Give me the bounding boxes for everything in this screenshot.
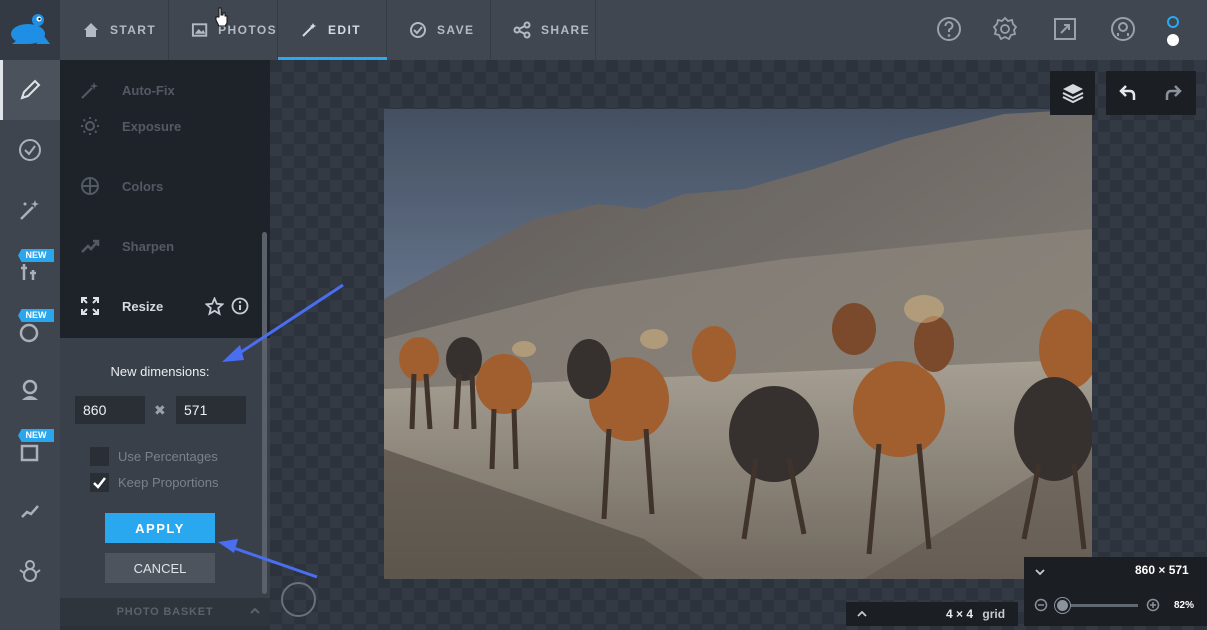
frog-logo-icon[interactable] <box>0 0 60 60</box>
horses-photo <box>384 109 1092 579</box>
height-input[interactable] <box>176 396 246 424</box>
help-icon[interactable] <box>935 15 963 43</box>
tab-start-label: START <box>110 23 157 37</box>
tool-auto-fix[interactable]: Auto-Fix <box>60 75 260 105</box>
favorite-star-icon[interactable] <box>205 297 224 316</box>
checkmark-icon <box>93 477 106 489</box>
strip-item-draw[interactable] <box>0 480 60 540</box>
sun-icon <box>81 117 99 135</box>
tool-category-strip: NEW NEW NEW <box>0 60 60 630</box>
new-badge: NEW <box>18 429 54 442</box>
strip-item-edit[interactable] <box>0 60 60 120</box>
new-dimensions-label: New dimensions: <box>110 364 210 379</box>
top-bar: START PHOTOS EDIT SAVE SHARE <box>0 0 1207 60</box>
undo-icon[interactable] <box>1117 82 1139 104</box>
tool-sharpen[interactable]: Sharpen <box>60 231 260 261</box>
chevron-up-icon[interactable] <box>248 604 262 618</box>
photo-basket-bar[interactable]: PHOTO BASKET <box>60 598 270 626</box>
settings-badge-icon[interactable] <box>991 15 1019 43</box>
history-controls <box>1106 71 1196 115</box>
tab-edit[interactable]: EDIT <box>278 0 387 60</box>
new-badge: NEW <box>18 249 54 262</box>
times-icon: ✖ <box>154 402 166 418</box>
magic-wand-icon <box>81 82 98 99</box>
cancel-button[interactable]: CANCEL <box>105 553 215 583</box>
mouse-cursor-icon <box>215 7 228 27</box>
app-window: START PHOTOS EDIT SAVE SHARE NEW NEW NEW… <box>0 0 1207 630</box>
redo-icon[interactable] <box>1162 82 1184 104</box>
strip-item-portrait[interactable] <box>0 360 60 420</box>
panel-scrollbar[interactable] <box>262 232 267 594</box>
tool-auto-fix-label: Auto-Fix <box>122 82 175 98</box>
tab-save-label: SAVE <box>437 23 475 37</box>
zoom-percentage: 82% <box>1174 600 1195 611</box>
tool-exposure[interactable]: Exposure <box>60 111 260 141</box>
zoom-in-icon[interactable] <box>1146 598 1160 612</box>
tool-sharpen-label: Sharpen <box>122 238 175 254</box>
layers-button[interactable] <box>1050 71 1095 115</box>
chevron-up-icon <box>857 610 867 617</box>
resize-icon <box>81 297 99 315</box>
grid-readout: 4 × 4 grid <box>946 607 1005 621</box>
strip-item-effects[interactable] <box>0 120 60 180</box>
tab-share[interactable]: SHARE <box>491 0 596 60</box>
use-percentages-checkbox[interactable] <box>90 447 109 466</box>
home-icon <box>84 23 98 37</box>
layers-icon <box>1062 84 1083 104</box>
account-icon[interactable] <box>1109 15 1137 43</box>
snowman-icon <box>19 560 41 582</box>
info-icon[interactable] <box>231 297 249 315</box>
photo-image[interactable] <box>384 109 1092 579</box>
use-percentages-label: Use Percentages <box>118 449 218 464</box>
apply-button[interactable]: APPLY <box>105 513 215 543</box>
chevron-down-icon[interactable] <box>1034 566 1046 578</box>
trend-up-icon <box>81 239 100 253</box>
gear-badge-icon <box>19 139 41 161</box>
width-input[interactable] <box>75 396 145 424</box>
tool-resize-label: Resize <box>122 298 164 314</box>
image-icon <box>191 23 208 37</box>
status-dot-filled[interactable] <box>1167 34 1179 46</box>
keep-proportions-label: Keep Proportions <box>118 475 219 490</box>
keep-proportions-checkbox[interactable] <box>90 473 109 492</box>
magic-wand-icon <box>20 200 39 220</box>
share-icon <box>513 21 531 39</box>
tab-edit-label: EDIT <box>328 23 361 37</box>
check-circle-icon <box>410 22 426 38</box>
trend-line-icon <box>21 505 39 518</box>
zoom-out-icon[interactable] <box>1034 598 1048 612</box>
new-badge: NEW <box>18 309 54 322</box>
grid-label: grid <box>982 607 1006 621</box>
pencil-icon <box>20 79 41 100</box>
grid-value: 4 × 4 <box>946 607 974 621</box>
tool-colors-label: Colors <box>122 178 164 194</box>
tab-share-label: SHARE <box>541 23 591 37</box>
zoom-slider[interactable] <box>1060 604 1138 607</box>
tab-start[interactable]: START <box>60 0 169 60</box>
tool-resize[interactable]: Resize <box>60 291 260 321</box>
tool-exposure-label: Exposure <box>122 118 182 134</box>
tool-colors[interactable]: Colors <box>60 171 260 201</box>
navigator-ring[interactable] <box>281 582 316 617</box>
magic-wand-icon <box>302 23 316 37</box>
target-icon <box>81 177 99 195</box>
tab-save[interactable]: SAVE <box>387 0 491 60</box>
strip-active-indicator <box>0 60 3 120</box>
status-dot-outline[interactable] <box>1167 16 1179 28</box>
zoom-slider-handle[interactable] <box>1055 598 1070 613</box>
fullscreen-icon[interactable] <box>1051 15 1079 43</box>
image-size-readout: 860 × 571 <box>1135 563 1189 577</box>
person-icon <box>22 379 38 400</box>
strip-item-touchup[interactable] <box>0 180 60 240</box>
strip-item-seasonal[interactable] <box>0 540 60 600</box>
